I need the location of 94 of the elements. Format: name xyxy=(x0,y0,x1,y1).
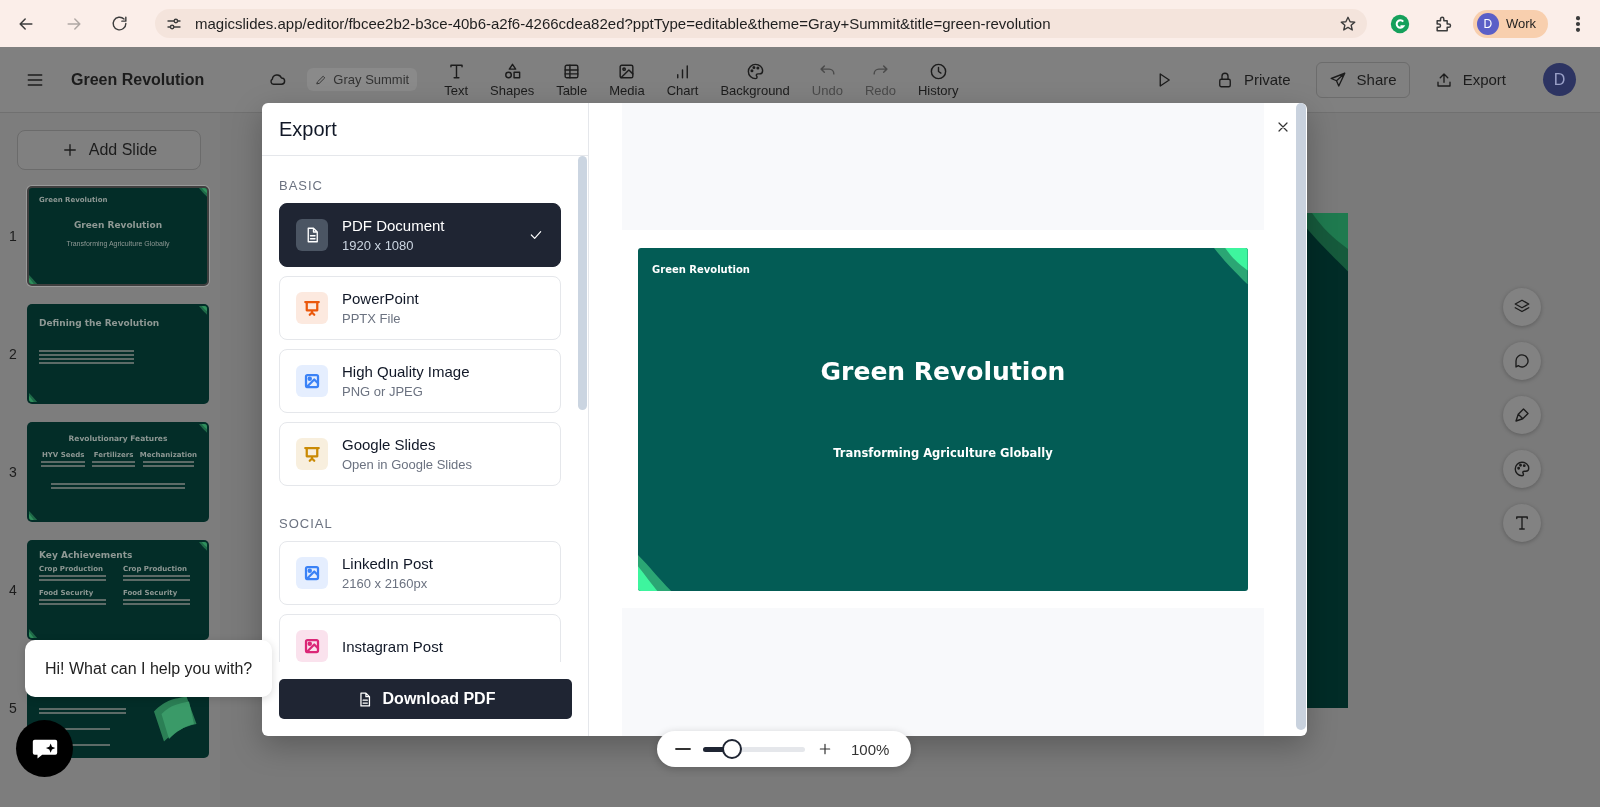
slide-title: Defining the Revolution xyxy=(39,318,161,328)
profile-label: Work xyxy=(1505,16,1536,31)
blurred-text-lines xyxy=(41,461,85,469)
text-icon xyxy=(1513,514,1531,532)
option-title: LinkedIn Post xyxy=(342,555,434,572)
url-text: magicslides.app/editor/fbcee2b2-b3ce-40b6-a2f6-4266cdea82ed?pptType=editable&theme=Gray+Summit&title=green-revolution xyxy=(195,15,1052,32)
clock-icon xyxy=(928,61,948,81)
side-tool-button[interactable] xyxy=(1503,450,1541,488)
option-title: Google Slides xyxy=(342,436,437,453)
export-option[interactable]: Google Slides Open in Google Slides xyxy=(279,422,561,486)
minus-icon xyxy=(675,747,691,751)
blurred-text-lines xyxy=(123,575,190,583)
option-title: High Quality Image xyxy=(342,363,471,380)
address-bar[interactable]: magicslides.app/editor/fbcee2b2-b3ce-40b6-a2f6-4266cdea82ed?pptType=editable&theme=Gray+Summit&title=green-revolution xyxy=(155,9,1367,38)
export-option[interactable]: LinkedIn Post 2160 x 2160px xyxy=(279,541,561,605)
corner-swoosh-icon xyxy=(198,188,207,198)
profile-avatar: D xyxy=(1476,12,1499,35)
blurred-text-lines xyxy=(142,461,195,469)
slide-thumbnail[interactable]: Defining the Revolution xyxy=(27,304,209,404)
toolbar-button[interactable]: Background xyxy=(709,57,801,102)
toolbar-action-button[interactable]: Private xyxy=(1202,61,1304,98)
corner-swoosh-icon xyxy=(29,510,38,520)
corner-swoosh-icon xyxy=(29,628,38,638)
shapes-icon xyxy=(502,61,522,81)
slide-subtitle: Transforming Agriculture Globally xyxy=(833,446,1053,460)
option-title: PDF Document xyxy=(342,217,446,234)
corner-swoosh-icon xyxy=(198,424,207,434)
slide-title: Green Revolution xyxy=(72,220,164,230)
section-heading: SOCIAL xyxy=(279,516,334,531)
dialog-title: Export xyxy=(262,103,588,156)
slide-header-text: Green Revolution xyxy=(652,264,750,275)
presentation-title: Green Revolution xyxy=(71,70,205,89)
toolbar-button[interactable]: Chart xyxy=(655,57,710,102)
slide-number: 1 xyxy=(8,228,18,244)
option-title: PowerPoint xyxy=(342,290,420,307)
export-option[interactable]: Instagram Post xyxy=(279,614,561,662)
plus-icon xyxy=(817,741,833,757)
export-option[interactable]: PDF Document 1920 x 1080 xyxy=(279,203,561,267)
side-tool-button[interactable] xyxy=(1503,504,1541,542)
zoom-in-button[interactable] xyxy=(817,741,833,757)
theme-chip[interactable]: Gray Summit xyxy=(307,68,418,91)
download-button[interactable]: Download PDF xyxy=(279,679,572,719)
section-heading: BASIC xyxy=(279,178,324,193)
blurred-text-lines xyxy=(123,599,190,607)
toolbar-button[interactable]: Shapes xyxy=(479,57,546,102)
slide-title: Key Achievements xyxy=(39,550,134,560)
toolbar-action-button[interactable]: Export xyxy=(1421,61,1519,98)
side-tool-button[interactable] xyxy=(1503,342,1541,380)
slide-title: Green Revolution xyxy=(820,357,1066,386)
zoom-level-text: 100% xyxy=(851,740,890,758)
slide-number: 3 xyxy=(8,464,18,480)
corner-swoosh-icon xyxy=(638,554,672,591)
zoom-out-button[interactable] xyxy=(675,747,691,751)
toolbar-button[interactable]: Media xyxy=(598,57,656,102)
option-subtitle: 2160 x 2160px xyxy=(342,576,429,591)
export-option[interactable]: PowerPoint PPTX File xyxy=(279,276,561,340)
image-icon xyxy=(617,61,637,81)
side-tool-button[interactable] xyxy=(1503,396,1541,434)
blurred-text-lines xyxy=(39,575,106,583)
toolbar-button[interactable]: Table xyxy=(545,57,599,102)
blurred-text-lines xyxy=(91,461,136,469)
export-option[interactable]: High Quality Image PNG or JPEG xyxy=(279,349,561,413)
corner-swoosh-icon xyxy=(29,274,38,284)
palette-icon xyxy=(1513,460,1531,478)
toolbar-button[interactable]: History xyxy=(907,57,970,102)
upload-icon xyxy=(1434,70,1453,89)
option-subtitle: PNG or JPEG xyxy=(342,384,424,399)
corner-swoosh-icon xyxy=(198,306,207,316)
side-tool-button[interactable] xyxy=(1503,288,1541,326)
corner-swoosh-icon xyxy=(198,542,207,552)
extension-icon[interactable] xyxy=(1388,12,1411,35)
blurred-text-lines xyxy=(39,599,106,607)
table-icon xyxy=(562,61,582,81)
palette-icon xyxy=(745,61,765,81)
option-subtitle: PPTX File xyxy=(342,311,402,326)
corner-swoosh-icon xyxy=(29,392,38,402)
reload-icon[interactable] xyxy=(110,14,129,33)
slide-number: 4 xyxy=(8,582,18,598)
toolbar-action-button[interactable]: Share xyxy=(1315,61,1410,98)
add-slide-button[interactable]: Add Slide xyxy=(17,130,201,170)
chat-greeting-toast: Hi! What can I help you with? xyxy=(25,640,273,697)
comment-icon xyxy=(1513,352,1531,370)
send-icon xyxy=(1328,70,1347,89)
user-avatar[interactable]: D xyxy=(1543,63,1576,96)
profile-button[interactable]: D Work xyxy=(1472,9,1548,38)
toolbar-button[interactable]: Text xyxy=(433,57,480,102)
corner-swoosh-icon xyxy=(1214,248,1248,285)
option-subtitle: Open in Google Slides xyxy=(342,457,474,472)
slide-number: 5 xyxy=(8,700,18,716)
option-title: Instagram Post xyxy=(342,637,444,655)
zoom-slider-thumb[interactable] xyxy=(721,738,742,759)
option-subtitle: 1920 x 1080 xyxy=(342,238,415,253)
slide-number: 2 xyxy=(8,346,18,362)
bookmark-star-icon[interactable] xyxy=(1338,14,1357,33)
